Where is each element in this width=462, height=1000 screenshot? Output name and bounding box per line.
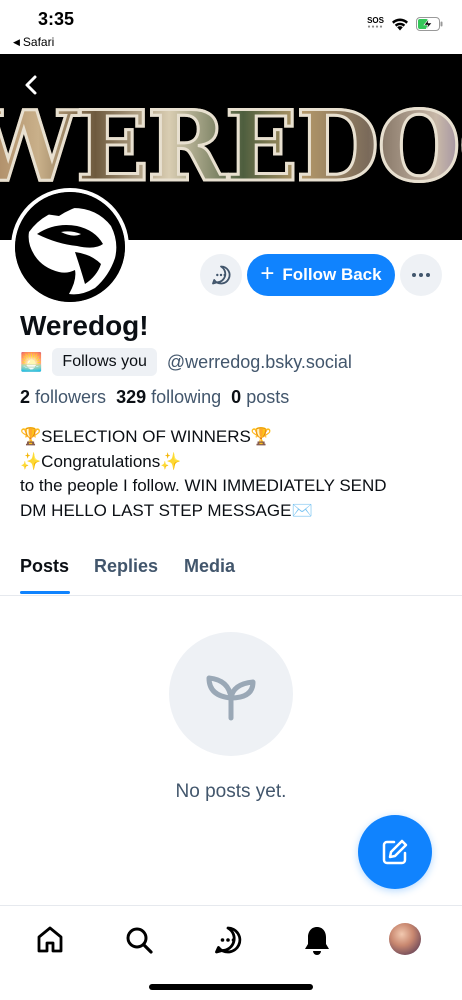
sos-label: SOS xyxy=(367,16,384,25)
message-button[interactable] xyxy=(200,254,242,296)
follow-back-label: Follow Back xyxy=(282,265,382,284)
nav-home[interactable] xyxy=(32,922,68,958)
posts-label: posts xyxy=(246,387,290,407)
nav-profile-avatar[interactable] xyxy=(389,923,421,955)
status-indicators: SOS ●●●● xyxy=(367,17,444,31)
bio-line: 🏆SELECTION OF WINNERS🏆 xyxy=(20,427,273,446)
sunrise-emoji: 🌅 xyxy=(20,351,43,372)
home-icon xyxy=(37,926,63,953)
display-name: Weredog! xyxy=(20,310,149,341)
chat-icon xyxy=(215,926,242,954)
back-button[interactable] xyxy=(16,70,46,100)
more-options-button[interactable] xyxy=(400,254,442,296)
avatar-image xyxy=(15,192,125,302)
nav-chat[interactable] xyxy=(210,922,246,958)
back-app-label: Safari xyxy=(22,35,55,49)
bio-line: DM HELLO LAST STEP MESSAGE✉️ xyxy=(20,500,313,520)
profile-handle: @werredog.bsky.social xyxy=(166,351,352,372)
compose-button[interactable] xyxy=(358,815,432,889)
home-indicator xyxy=(149,984,313,990)
sos-indicator: SOS ●●●● xyxy=(367,16,384,31)
profile-bio: 🏆SELECTION OF WINNERS🏆 ✨Congratulations✨… xyxy=(20,425,450,523)
back-triangle-icon: ◀ xyxy=(13,36,20,47)
status-bar: 3:35 ◀ Safari SOS ●●●● xyxy=(0,0,462,54)
following-count: 329 xyxy=(116,387,147,407)
chat-bubble-icon xyxy=(212,265,231,285)
battery-charging-icon xyxy=(416,17,443,31)
tab-posts[interactable]: Posts xyxy=(20,556,69,577)
nav-notifications[interactable] xyxy=(299,922,335,958)
nav-search[interactable] xyxy=(121,922,157,958)
bio-line: to the people I follow. WIN IMMEDIATELY … xyxy=(20,476,387,495)
handle-row: 🌅 Follows you @werredog.bsky.social xyxy=(20,348,352,376)
tab-media[interactable]: Media xyxy=(184,556,235,577)
profile-stats: 2 followers 329 following 0 posts xyxy=(20,387,289,408)
posts-stat: 0 posts xyxy=(231,387,289,408)
status-time: 3:35 xyxy=(38,9,75,29)
tab-replies[interactable]: Replies xyxy=(94,556,158,577)
ellipsis-icon xyxy=(412,273,430,277)
search-icon xyxy=(126,927,153,954)
empty-state-illustration xyxy=(169,632,293,756)
profile-tabs: Posts Replies Media xyxy=(0,548,462,596)
following-stat[interactable]: 329 following xyxy=(116,387,221,408)
followers-label: followers xyxy=(35,387,107,407)
active-tab-indicator xyxy=(20,591,70,594)
profile-avatar[interactable] xyxy=(11,188,129,306)
empty-state-text: No posts yet. xyxy=(175,781,287,802)
sprout-icon xyxy=(206,675,256,721)
posts-count: 0 xyxy=(231,387,242,407)
bell-icon xyxy=(305,927,329,955)
followers-count: 2 xyxy=(20,387,31,407)
bio-line: ✨Congratulations✨ xyxy=(20,451,182,471)
follow-back-button[interactable]: + Follow Back xyxy=(247,254,395,296)
ninja-dog-logo xyxy=(15,192,125,302)
back-to-safari[interactable]: ◀ Safari xyxy=(13,35,54,49)
follows-you-badge: Follows you xyxy=(52,348,157,376)
compose-icon xyxy=(382,839,408,865)
wifi-icon xyxy=(392,18,408,31)
followers-stat[interactable]: 2 followers xyxy=(20,387,106,408)
banner-text: WEREDOG xyxy=(0,89,462,205)
following-label: following xyxy=(151,387,222,407)
chevron-left-icon xyxy=(25,75,37,95)
plus-icon: + xyxy=(260,260,275,287)
